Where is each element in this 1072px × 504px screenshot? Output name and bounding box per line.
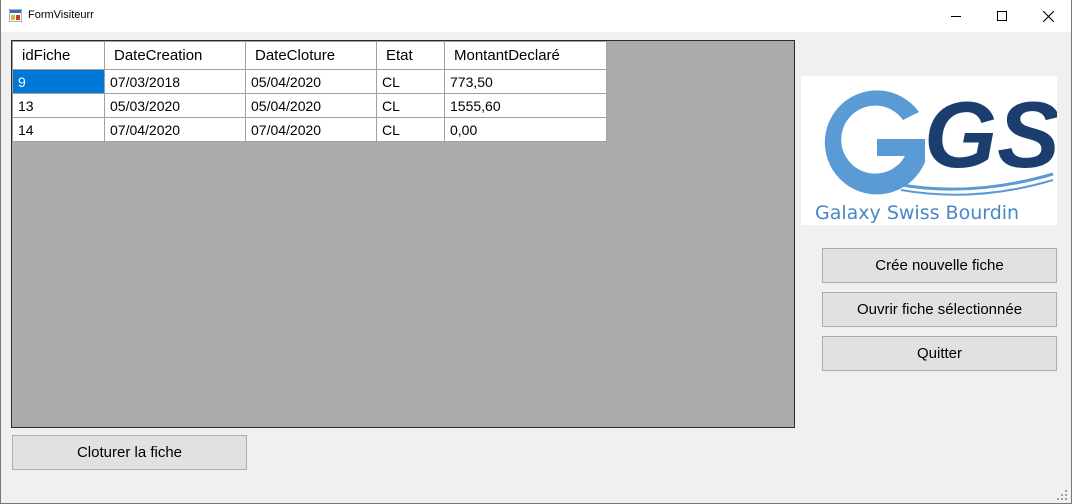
quit-button[interactable]: Quitter [822,336,1057,371]
window-title: FormVisiteurr [28,9,94,21]
form-visiteur-window: FormVisiteurr idFiche DateCreation DateC… [0,0,1072,504]
resize-grip-icon[interactable] [1057,490,1067,500]
table-row[interactable]: 13 05/03/2020 05/04/2020 CL 1555,60 [12,93,607,118]
title-bar[interactable]: FormVisiteurr [1,0,1071,32]
table-cell[interactable]: 1555,60 [444,93,607,118]
table-cell[interactable]: 773,50 [444,69,607,94]
open-selected-sheet-button[interactable]: Ouvrir fiche sélectionnée [822,292,1057,327]
column-header-datecreation[interactable]: DateCreation [104,41,246,70]
maximize-icon [997,11,1007,21]
table-row[interactable]: 9 07/03/2018 05/04/2020 CL 773,50 [12,69,607,94]
maximize-button[interactable] [979,0,1025,32]
close-button[interactable] [1025,0,1071,32]
table-cell[interactable]: 05/04/2020 [245,93,377,118]
table-cell[interactable]: 0,00 [444,117,607,142]
fiches-data-grid[interactable]: idFiche DateCreation DateCloture Etat Mo… [11,40,795,428]
column-header-idfiche[interactable]: idFiche [12,41,105,70]
table-cell[interactable]: CL [376,93,445,118]
minimize-button[interactable] [933,0,979,32]
close-icon [1042,10,1054,22]
fiches-table: idFiche DateCreation DateCloture Etat Mo… [12,41,607,142]
gsb-logo-graphic: GSB Galaxy Swiss Bourdin [815,82,1072,224]
create-new-sheet-button[interactable]: Crée nouvelle fiche [822,248,1057,283]
close-sheet-button[interactable]: Cloturer la fiche [12,435,247,470]
table-cell[interactable]: 07/04/2020 [245,117,377,142]
form-app-icon [9,9,22,22]
table-cell[interactable]: 05/04/2020 [245,69,377,94]
table-cell[interactable]: 07/04/2020 [104,117,246,142]
logo-letters: GSB [924,82,1057,187]
column-header-montantdeclare[interactable]: MontantDeclaré [444,41,607,70]
table-cell[interactable]: 9 [12,69,105,94]
gsb-logo: GSB Galaxy Swiss Bourdin [801,76,1072,225]
column-header-datecloture[interactable]: DateCloture [245,41,377,70]
table-cell[interactable]: 05/03/2020 [104,93,246,118]
logo-caption: Galaxy Swiss Bourdin [815,202,1019,224]
table-cell[interactable]: 07/03/2018 [104,69,246,94]
table-cell[interactable]: 14 [12,117,105,142]
header-row: idFiche DateCreation DateCloture Etat Mo… [12,41,607,70]
table-cell[interactable]: 13 [12,93,105,118]
table-cell[interactable]: CL [376,69,445,94]
table-cell[interactable]: CL [376,117,445,142]
column-header-etat[interactable]: Etat [376,41,445,70]
minimize-icon [951,16,961,17]
table-row[interactable]: 14 07/04/2020 07/04/2020 CL 0,00 [12,117,607,142]
